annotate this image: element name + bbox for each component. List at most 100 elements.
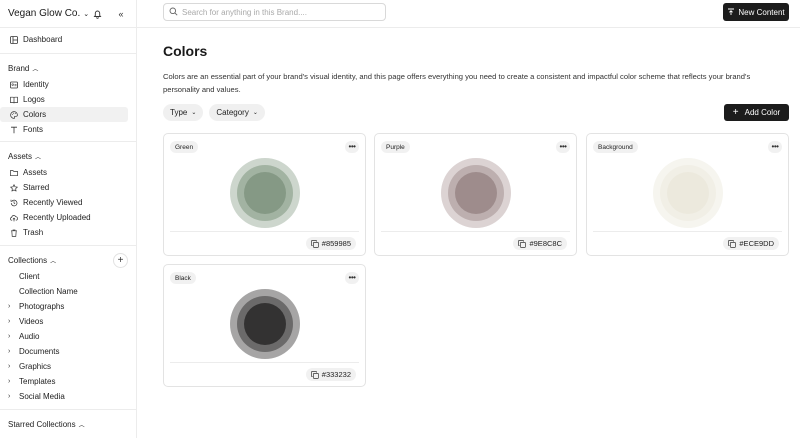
collection-label: Collection Name (19, 287, 78, 296)
collection-label: Social Media (19, 392, 65, 401)
swatch-core (454, 172, 497, 214)
chevron-down-icon: ⌄ (191, 110, 197, 116)
sidebar-item-label: Starred (23, 183, 50, 192)
sidebar-item-label: Logos (23, 95, 45, 104)
bell-icon[interactable] (90, 7, 104, 21)
type-filter[interactable]: Type ⌄ (163, 104, 204, 121)
sidebar-item-logos[interactable]: Logos (0, 92, 128, 107)
divider (170, 362, 359, 363)
sidebar-item-assets[interactable]: Assets (0, 165, 128, 180)
color-name-tag: Black (170, 272, 196, 284)
divider (381, 231, 570, 232)
swatch-core (666, 172, 709, 214)
collections-section-header[interactable]: Collections ︿ + (0, 252, 136, 269)
swatch-core (243, 303, 286, 345)
brand-name[interactable]: Vegan Glow Co. (8, 8, 80, 19)
add-color-button[interactable]: + Add Color (724, 104, 789, 121)
top-bar: New Content (137, 0, 800, 28)
sidebar-item-label: Dashboard (23, 35, 63, 44)
cloud-upload-icon (8, 212, 20, 224)
sidebar-item-starred[interactable]: Starred (0, 180, 128, 195)
color-card-black[interactable]: Black ••• #333232 (163, 264, 366, 387)
sidebar-item-trash[interactable]: Trash (0, 225, 128, 240)
chevron-up-icon: ︿ (32, 67, 39, 73)
page-description: Colors are an essential part of your bra… (163, 72, 751, 94)
color-name-tag: Purple (381, 141, 410, 153)
more-options-icon[interactable]: ••• (768, 141, 782, 153)
collection-item-graphics[interactable]: › Graphics (0, 359, 136, 374)
sidebar-item-colors[interactable]: Colors (0, 107, 128, 122)
collection-item-templates[interactable]: › Templates (0, 374, 136, 389)
chevron-right-icon[interactable]: › (8, 348, 19, 355)
star-icon (8, 182, 20, 194)
folder-icon (8, 167, 20, 179)
upload-icon (727, 8, 735, 16)
starred-collections-header[interactable]: Starred Collections ︿ (0, 416, 136, 433)
collection-item-social-media[interactable]: › Social Media (0, 389, 136, 404)
brand-switcher[interactable]: Vegan Glow Co. ⌄ « (0, 0, 136, 28)
sidebar-item-identity[interactable]: Identity (0, 77, 128, 92)
trash-icon (8, 227, 20, 239)
color-swatch (229, 158, 300, 228)
collection-item-documents[interactable]: › Documents (0, 344, 136, 359)
copy-hex-button[interactable]: #859985 (305, 237, 356, 250)
sidebar-item-recently-viewed[interactable]: Recently Viewed (0, 195, 128, 210)
add-color-label: Add Color (744, 108, 781, 117)
sidebar-item-label: Trash (23, 228, 44, 237)
hex-value: #859985 (321, 239, 351, 248)
new-content-button[interactable]: New Content (723, 3, 789, 21)
collection-item-videos[interactable]: › Videos (0, 314, 136, 329)
copy-icon (310, 239, 319, 248)
collection-label: Photographs (19, 302, 65, 311)
sidebar-item-label: Recently Viewed (23, 198, 83, 207)
add-collection-button[interactable]: + (113, 253, 128, 268)
color-swatch (440, 158, 511, 228)
search-icon (169, 7, 178, 18)
chevron-right-icon[interactable]: › (8, 303, 19, 310)
color-name-tag: Background (593, 141, 638, 153)
sidebar-item-label: Colors (23, 110, 47, 119)
chevron-right-icon[interactable]: › (8, 333, 19, 340)
chevron-right-icon[interactable]: › (8, 378, 19, 385)
sidebar: Vegan Glow Co. ⌄ « Dashboard Brand ︿ Ide… (0, 0, 137, 438)
more-options-icon[interactable]: ••• (345, 141, 359, 153)
sidebar-item-recently-uploaded[interactable]: Recently Uploaded (0, 210, 128, 225)
sidebar-item-label: Fonts (23, 125, 44, 134)
section-label: Starred Collections (8, 420, 76, 429)
color-card-purple[interactable]: Purple ••• #9E8C8C (374, 133, 577, 256)
dashboard-icon (8, 34, 20, 46)
category-filter[interactable]: Category ⌄ (209, 104, 265, 121)
color-card-green[interactable]: Green ••• #859985 (163, 133, 366, 256)
filter-label: Type (170, 108, 188, 117)
sidebar-item-fonts[interactable]: Fonts (0, 122, 128, 137)
collection-item-client[interactable]: Client (0, 269, 136, 284)
collapse-sidebar-icon[interactable]: « (114, 7, 128, 21)
color-card-background[interactable]: Background ••• #ECE9DD (586, 133, 789, 256)
section-label: Brand (8, 64, 30, 73)
sidebar-item-label: Recently Uploaded (23, 213, 91, 222)
assets-section-header[interactable]: Assets ︿ (0, 148, 136, 165)
collection-item-photographs[interactable]: › Photographs (0, 299, 136, 314)
brand-section-header[interactable]: Brand ︿ (0, 60, 136, 77)
copy-hex-button[interactable]: #333232 (305, 368, 356, 381)
chevron-up-icon: ︿ (50, 259, 57, 265)
sidebar-item-dashboard[interactable]: Dashboard (0, 32, 128, 47)
more-options-icon[interactable]: ••• (556, 141, 570, 153)
chevron-right-icon[interactable]: › (8, 318, 19, 325)
chevron-right-icon[interactable]: › (8, 363, 19, 370)
search-input[interactable] (182, 7, 382, 17)
chevron-right-icon[interactable]: › (8, 393, 19, 400)
copy-hex-button[interactable]: #ECE9DD (723, 237, 779, 250)
collection-item-audio[interactable]: › Audio (0, 329, 136, 344)
plus-icon: + (732, 107, 739, 118)
filter-label: Category (216, 108, 249, 117)
collection-item-collection-name[interactable]: Collection Name (0, 284, 136, 299)
hex-value: #333232 (321, 370, 351, 379)
collection-label: Templates (19, 377, 56, 386)
more-options-icon[interactable]: ••• (345, 272, 359, 284)
chevron-down-icon[interactable]: ⌄ (83, 10, 89, 18)
book-icon (8, 94, 20, 106)
id-card-icon (8, 79, 20, 91)
copy-hex-button[interactable]: #9E8C8C (513, 237, 567, 250)
search-box[interactable] (163, 3, 386, 21)
